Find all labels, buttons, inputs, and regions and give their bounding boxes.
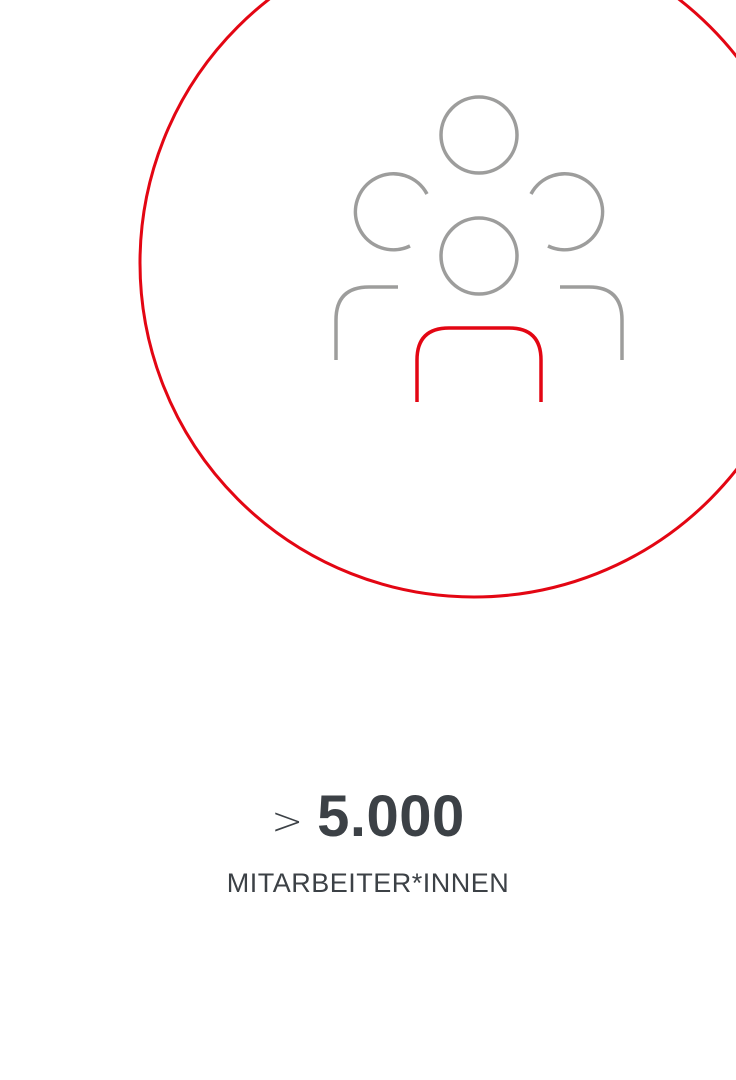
stat-line: > 5.000 — [0, 788, 736, 846]
employee-stat: > 5.000 MITARBEITER*INNEN — [0, 788, 736, 899]
left-person-body — [334, 285, 398, 360]
center-person-body — [415, 326, 543, 402]
top-person-head — [439, 95, 519, 175]
right-person-head — [529, 172, 605, 252]
left-person-head — [353, 172, 429, 252]
red-circle-ring — [138, 0, 736, 599]
right-person-body — [560, 285, 624, 360]
stat-value: 5.000 — [317, 784, 465, 849]
center-person-head — [439, 216, 519, 296]
stat-prefix: > — [271, 799, 304, 843]
team-people-icon — [138, 0, 736, 599]
stat-label: MITARBEITER*INNEN — [226, 868, 510, 898]
